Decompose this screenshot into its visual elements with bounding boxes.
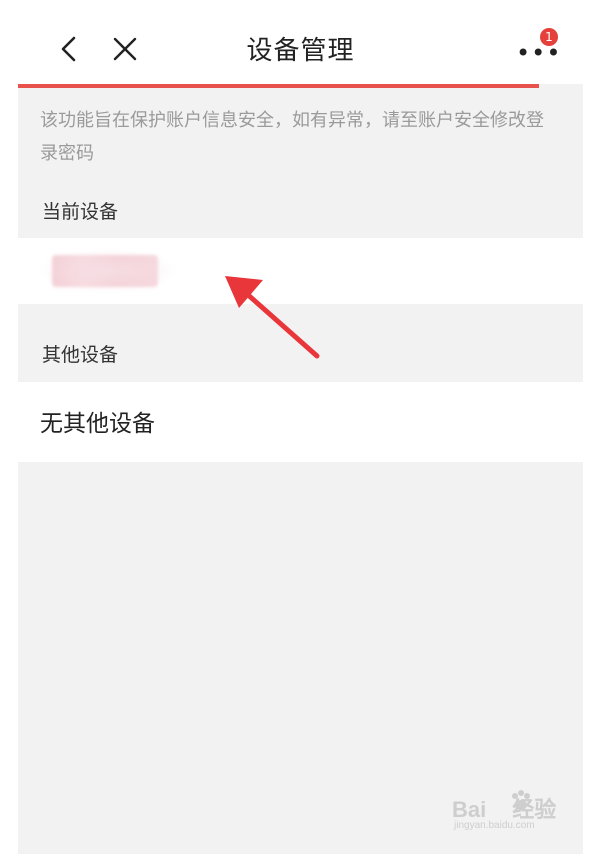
- more-dots-icon: •••: [516, 39, 562, 67]
- page-title: 设备管理: [246, 36, 355, 66]
- notification-badge: 1: [540, 28, 558, 46]
- paw-logo-icon: [512, 790, 530, 810]
- baidu-jingyan-watermark: Bai 经验 jingyan.baidu.com: [452, 790, 562, 838]
- watermark-url: jingyan.baidu.com: [454, 820, 535, 831]
- security-notice-text: 该功能旨在保护账户信息安全，如有异常，请至账户安全修改登录密码: [40, 110, 544, 164]
- app-frame: 设备管理 ••• 1 该功能旨在保护账户信息安全，如有异常，请至账户安全修改登录…: [0, 0, 592, 854]
- nav-header: 设备管理 ••• 1: [18, 0, 583, 84]
- no-other-devices-text: 无其他设备: [40, 411, 155, 437]
- current-device-section-label: 当前设备: [42, 201, 119, 223]
- red-annotation-arrow-icon: [225, 276, 320, 359]
- other-device-row: 无其他设备: [18, 382, 583, 462]
- more-button[interactable]: ••• 1: [514, 28, 560, 66]
- current-device-name-blurred: [38, 249, 178, 293]
- device-management-screen: 设备管理 ••• 1 该功能旨在保护账户信息安全，如有异常，请至账户安全修改登录…: [18, 0, 583, 854]
- other-device-section-label: 其他设备: [42, 344, 119, 366]
- page-load-progress-bar: [18, 84, 539, 88]
